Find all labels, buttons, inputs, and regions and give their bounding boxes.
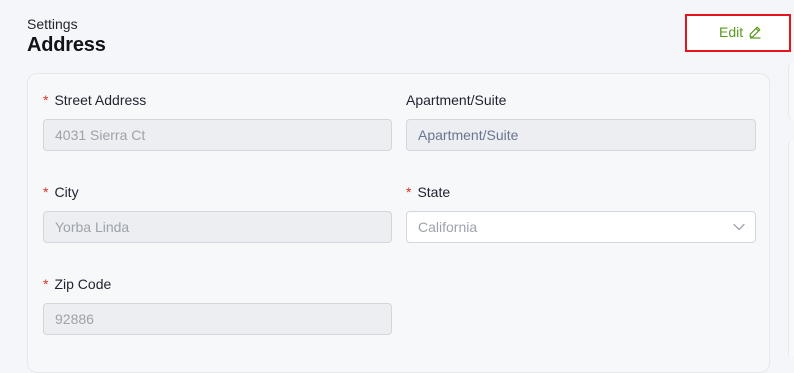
- state-select[interactable]: California: [406, 211, 756, 243]
- street-address-label: * Street Address: [43, 92, 147, 108]
- address-card: * Street Address 4031 Sierra Ct Apartment…: [27, 73, 770, 373]
- city-field[interactable]: Yorba Linda: [43, 211, 392, 243]
- state-label: * State: [406, 184, 451, 200]
- side-panel-edge: [788, 62, 794, 120]
- street-address-field[interactable]: 4031 Sierra Ct: [43, 119, 392, 151]
- apartment-suite-field[interactable]: Apartment/Suite: [406, 119, 756, 151]
- required-asterisk: *: [406, 184, 412, 200]
- chevron-down-icon: [733, 223, 745, 231]
- side-panel-edge: [788, 140, 794, 356]
- apartment-suite-label: Apartment/Suite: [406, 92, 507, 108]
- required-asterisk: *: [43, 184, 49, 200]
- breadcrumb: Settings: [27, 16, 78, 32]
- required-asterisk: *: [43, 92, 49, 108]
- edit-button[interactable]: Edit: [719, 23, 762, 41]
- zip-code-label: * Zip Code: [43, 276, 112, 292]
- pencil-icon: [749, 26, 761, 39]
- page-title: Address: [27, 34, 106, 56]
- edit-label: Edit: [719, 24, 744, 40]
- required-asterisk: *: [43, 276, 49, 292]
- zip-code-field[interactable]: 92886: [43, 303, 392, 335]
- city-label: * City: [43, 184, 79, 200]
